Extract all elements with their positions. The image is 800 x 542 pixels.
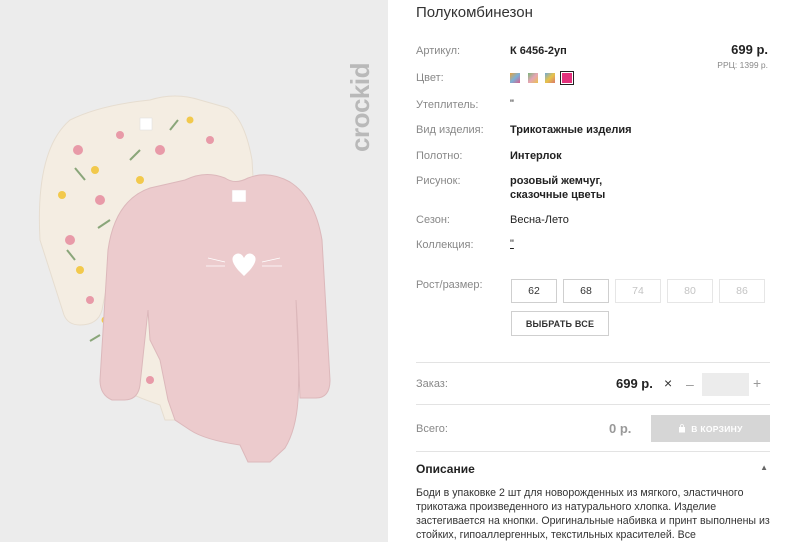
product-title: Полукомбинезон: [416, 4, 533, 21]
size-option-74: 74: [615, 279, 661, 303]
attr-label-color: Цвет:: [416, 72, 444, 84]
divider: [416, 451, 770, 452]
description-title[interactable]: Описание: [416, 462, 475, 476]
attr-value-pattern-2: сказочные цветы: [510, 189, 606, 201]
attr-label-collection: Коллекция:: [416, 239, 474, 251]
color-swatch-1[interactable]: [510, 73, 520, 83]
select-all-button[interactable]: ВЫБРАТЬ ВСЕ: [511, 311, 609, 336]
total-price: 0 р.: [609, 421, 632, 436]
quantity-input[interactable]: [702, 373, 749, 396]
size-option-86: 86: [719, 279, 765, 303]
total-label: Всего:: [416, 423, 448, 435]
color-swatch-3[interactable]: [545, 73, 555, 83]
pink-bodysuit: [99, 174, 331, 463]
attr-value-fabric: Интерлок: [510, 150, 562, 162]
size-option-62[interactable]: 62: [511, 279, 557, 303]
order-price: 699 р.: [616, 376, 653, 391]
size-option-80: 80: [667, 279, 713, 303]
attr-label-type: Вид изделия:: [416, 124, 484, 136]
product-image[interactable]: crockid: [0, 0, 388, 542]
times-icon: ×: [664, 375, 673, 391]
decrease-quantity-button[interactable]: –: [686, 376, 694, 392]
attr-label-pattern: Рисунок:: [416, 175, 461, 187]
attr-label-fabric: Полотно:: [416, 150, 463, 162]
attr-value-collection[interactable]: ": [510, 238, 514, 250]
size-label: Рост/размер:: [416, 279, 483, 291]
description-text: Боди в упаковке 2 шт для новорожденных и…: [416, 487, 770, 541]
brand-logo: crockid: [345, 63, 375, 152]
recommended-price: РРЦ: 1399 р.: [717, 60, 768, 70]
add-to-cart-button[interactable]: В КОРЗИНУ: [651, 415, 770, 442]
bag-icon: [678, 424, 686, 433]
divider: [416, 404, 770, 405]
order-label: Заказ:: [416, 378, 448, 390]
attr-value-insulation: ": [510, 98, 514, 110]
color-swatch-2[interactable]: [528, 73, 538, 83]
size-option-68[interactable]: 68: [563, 279, 609, 303]
attr-label-season: Сезон:: [416, 214, 450, 226]
product-details: Полукомбинезон Артикул: К 6456-2уп 699 р…: [416, 0, 770, 542]
bodysuits-illustration: [38, 95, 331, 463]
attr-label-insulation: Утеплитель:: [416, 99, 479, 111]
increase-quantity-button[interactable]: +: [753, 375, 761, 391]
attr-label-article: Артикул:: [416, 45, 461, 57]
attr-value-pattern-1: розовый жемчуг,: [510, 175, 603, 187]
divider: [416, 362, 770, 363]
add-to-cart-label: В КОРЗИНУ: [691, 423, 743, 434]
attr-value-article: К 6456-2уп: [510, 45, 567, 57]
collapse-icon[interactable]: ▲: [760, 463, 768, 472]
product-price: 699 р.: [731, 42, 768, 57]
attr-value-type: Трикотажные изделия: [510, 124, 632, 136]
color-swatch-selected[interactable]: [560, 71, 574, 85]
attr-value-season: Весна-Лето: [510, 214, 569, 226]
